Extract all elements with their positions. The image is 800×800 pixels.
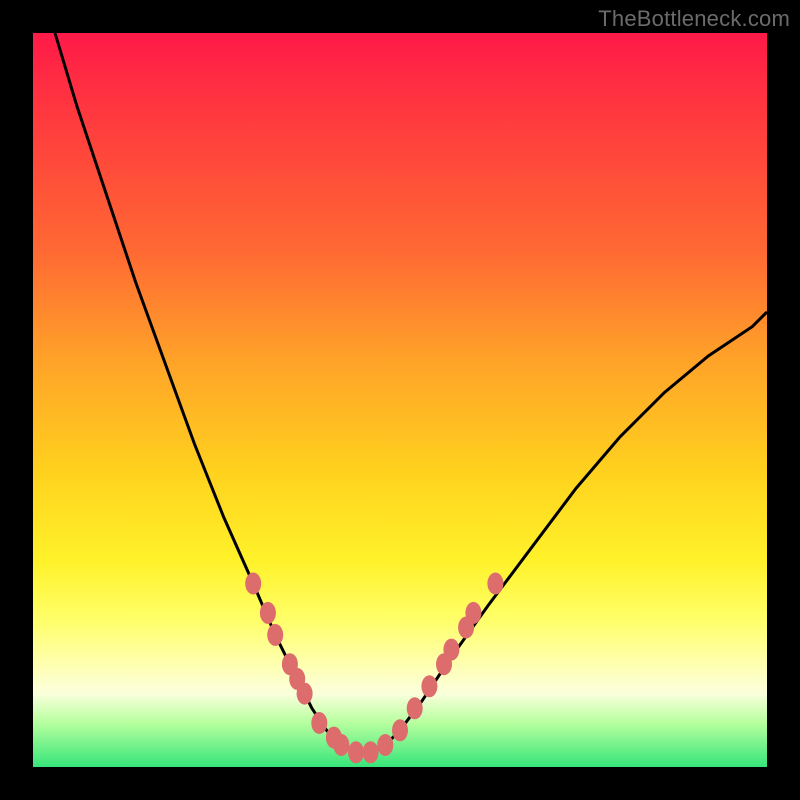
curve-marker — [465, 602, 481, 624]
curve-layer — [33, 33, 767, 767]
plot-area — [33, 33, 767, 767]
curve-marker — [267, 624, 283, 646]
curve-marker — [363, 741, 379, 763]
chart-frame: TheBottleneck.com — [0, 0, 800, 800]
curve-marker — [260, 602, 276, 624]
watermark-text: TheBottleneck.com — [598, 6, 790, 32]
curve-marker — [245, 573, 261, 595]
curve-marker — [407, 697, 423, 719]
curve-marker — [297, 683, 313, 705]
curve-marker — [333, 734, 349, 756]
bottleneck-curve — [55, 33, 767, 752]
curve-marker — [443, 639, 459, 661]
curve-marker — [311, 712, 327, 734]
curve-marker — [348, 741, 364, 763]
curve-marker — [392, 719, 408, 741]
curve-marker — [421, 675, 437, 697]
curve-markers — [245, 573, 503, 764]
curve-marker — [487, 573, 503, 595]
curve-marker — [377, 734, 393, 756]
